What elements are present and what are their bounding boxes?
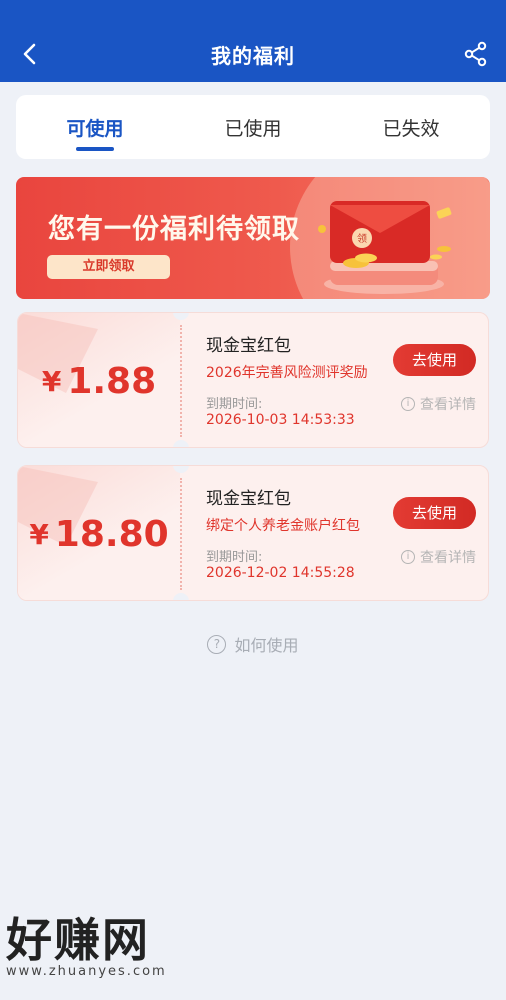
coupon-title: 现金宝红包	[206, 336, 291, 356]
how-to-use-label: 如何使用	[234, 636, 299, 655]
expire-date: 2026-12-02 14:55:28	[206, 565, 355, 581]
page-title: 我的福利	[211, 43, 295, 68]
info-icon: i	[401, 397, 415, 411]
welfare-banner[interactable]: 您有一份福利待领取 立即领取 领	[16, 177, 490, 299]
coupon-amount: ¥ 1.88	[18, 313, 180, 447]
coupon-card: ¥ 18.80 现金宝红包 绑定个人养老金账户红包 到期时间: 2026-12-…	[17, 465, 489, 601]
claim-now-button[interactable]: 立即领取	[47, 255, 170, 279]
use-button[interactable]: 去使用	[393, 497, 476, 529]
coupon-divider	[180, 478, 182, 590]
tab-label: 已使用	[224, 117, 282, 140]
tab-label: 已失效	[382, 117, 440, 140]
amount-value: 1.88	[67, 360, 157, 402]
share-button[interactable]	[460, 38, 492, 70]
chevron-left-icon	[23, 43, 36, 65]
coupon-divider	[180, 325, 182, 437]
watermark-text: 好赚网	[6, 913, 150, 967]
tab-label: 可使用	[66, 117, 124, 140]
active-tab-indicator	[76, 147, 114, 151]
view-details-label: 查看详情	[420, 550, 476, 566]
banner-title: 您有一份福利待领取	[48, 214, 300, 245]
expire-label: 到期时间:	[206, 397, 263, 412]
view-details-label: 查看详情	[420, 397, 476, 413]
coupon-card: ¥ 1.88 现金宝红包 2026年完善风险测评奖励 到期时间: 2026-10…	[17, 312, 489, 448]
back-button[interactable]	[14, 38, 46, 70]
coupon-description: 绑定个人养老金账户红包	[206, 518, 360, 534]
coupon-amount: ¥ 18.80	[18, 466, 180, 600]
tab-available[interactable]: 可使用	[16, 95, 174, 159]
info-icon: i	[401, 550, 415, 564]
tab-expired[interactable]: 已失效	[332, 95, 490, 159]
expire-label: 到期时间:	[206, 550, 263, 565]
view-details-link[interactable]: i 查看详情	[401, 547, 476, 567]
currency-symbol: ¥	[41, 364, 62, 398]
coupon-description: 2026年完善风险测评奖励	[206, 365, 368, 381]
watermark-url: www.zhuanyes.com	[6, 964, 167, 979]
coupon-title: 现金宝红包	[206, 489, 291, 509]
view-details-link[interactable]: i 查看详情	[401, 394, 476, 414]
how-to-use-link[interactable]: ? 如何使用	[0, 631, 506, 657]
tab-bar: 可使用 已使用 已失效	[16, 95, 490, 159]
envelope-seal-text: 领	[357, 232, 367, 245]
status-bar	[0, 0, 506, 26]
tab-used[interactable]: 已使用	[174, 95, 332, 159]
watermark: 好赚网 www.zhuanyes.com	[6, 912, 196, 992]
question-icon: ?	[207, 634, 227, 654]
amount-value: 18.80	[54, 513, 169, 555]
currency-symbol: ¥	[29, 517, 49, 551]
share-icon	[464, 41, 487, 67]
red-envelope-illustration: 领	[318, 201, 452, 294]
expire-date: 2026-10-03 14:53:33	[206, 412, 355, 428]
use-button[interactable]: 去使用	[393, 344, 476, 376]
nav-bar: 我的福利	[0, 26, 506, 82]
